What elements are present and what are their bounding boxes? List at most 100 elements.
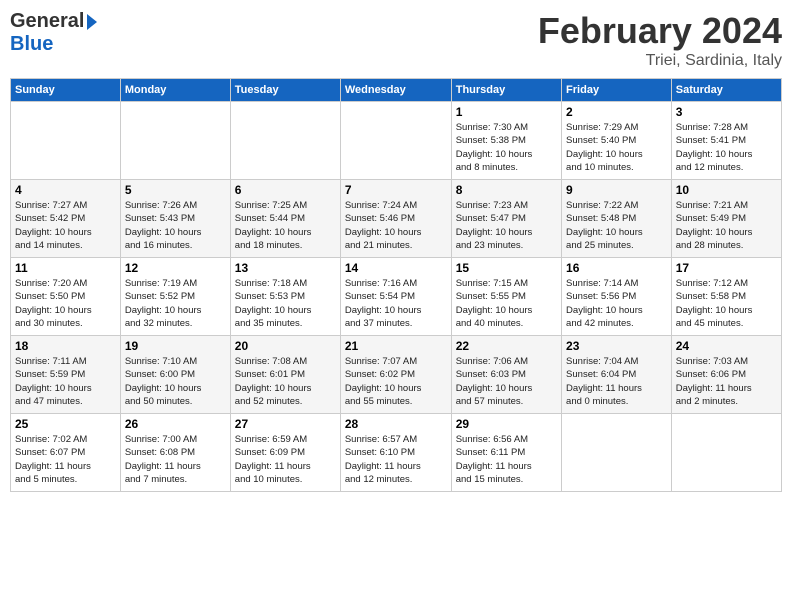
location-title: Triei, Sardinia, Italy [538,52,782,70]
day-of-week-header: Sunday [11,79,121,102]
day-number: 25 [15,417,116,431]
day-of-week-header: Friday [562,79,672,102]
day-info: Sunrise: 7:04 AM Sunset: 6:04 PM Dayligh… [566,355,667,408]
day-info: Sunrise: 6:57 AM Sunset: 6:10 PM Dayligh… [345,433,447,486]
day-info: Sunrise: 7:28 AM Sunset: 5:41 PM Dayligh… [676,121,777,174]
day-info: Sunrise: 7:29 AM Sunset: 5:40 PM Dayligh… [566,121,667,174]
day-info: Sunrise: 7:06 AM Sunset: 6:03 PM Dayligh… [456,355,557,408]
calendar-cell: 22Sunrise: 7:06 AM Sunset: 6:03 PM Dayli… [451,336,561,414]
logo-blue: Blue [10,33,53,56]
calendar-cell [11,102,121,180]
day-number: 29 [456,417,557,431]
day-info: Sunrise: 7:03 AM Sunset: 6:06 PM Dayligh… [676,355,777,408]
calendar-week-row: 11Sunrise: 7:20 AM Sunset: 5:50 PM Dayli… [11,258,782,336]
logo: General Blue [10,10,97,56]
calendar-cell: 20 Sunrise: 7:08 AM Sunset: 6:01 PM Dayli… [230,336,340,414]
day-of-week-header: Wednesday [340,79,451,102]
calendar-cell: 27Sunrise: 6:59 AM Sunset: 6:09 PM Dayli… [230,414,340,492]
calendar-cell [120,102,230,180]
calendar-cell: 8Sunrise: 7:23 AM Sunset: 5:47 PM Daylig… [451,180,561,258]
calendar-cell [562,414,672,492]
calendar-cell: 16 Sunrise: 7:14 AM Sunset: 5:56 PM Dayli… [562,258,672,336]
calendar-cell: 5Sunrise: 7:26 AM Sunset: 5:43 PM Daylig… [120,180,230,258]
day-info: Sunrise: 7:16 AM Sunset: 5:54 PM Dayligh… [345,277,447,330]
day-number: 20 [235,339,336,353]
logo-general: General [10,10,84,33]
day-number: 14 [345,261,447,275]
header-row: SundayMondayTuesdayWednesdayThursdayFrid… [11,79,782,102]
day-number: 18 [15,339,116,353]
day-number: 6 [235,183,336,197]
calendar-week-row: 1Sunrise: 7:30 AM Sunset: 5:38 PM Daylig… [11,102,782,180]
calendar-cell: 1Sunrise: 7:30 AM Sunset: 5:38 PM Daylig… [451,102,561,180]
calendar-cell: 13 Sunrise: 7:18 AM Sunset: 5:53 PM Dayli… [230,258,340,336]
calendar-week-row: 18 Sunrise: 7:11 AM Sunset: 5:59 PM Dayli… [11,336,782,414]
calendar-header: SundayMondayTuesdayWednesdayThursdayFrid… [11,79,782,102]
calendar-cell: 12 Sunrise: 7:19 AM Sunset: 5:52 PM Dayli… [120,258,230,336]
day-info: Sunrise: 7:02 AM Sunset: 6:07 PM Dayligh… [15,433,116,486]
day-number: 23 [566,339,667,353]
calendar-cell: 23 Sunrise: 7:04 AM Sunset: 6:04 PM Dayli… [562,336,672,414]
calendar-cell: 19Sunrise: 7:10 AM Sunset: 6:00 PM Dayli… [120,336,230,414]
day-info: Sunrise: 6:59 AM Sunset: 6:09 PM Dayligh… [235,433,336,486]
day-info: Sunrise: 7:27 AM Sunset: 5:42 PM Dayligh… [15,199,116,252]
day-number: 24 [676,339,777,353]
day-number: 16 [566,261,667,275]
day-number: 10 [676,183,777,197]
calendar-cell: 17 Sunrise: 7:12 AM Sunset: 5:58 PM Dayli… [671,258,781,336]
day-info: Sunrise: 7:25 AM Sunset: 5:44 PM Dayligh… [235,199,336,252]
day-number: 17 [676,261,777,275]
day-of-week-header: Tuesday [230,79,340,102]
day-of-week-header: Thursday [451,79,561,102]
day-info: Sunrise: 7:18 AM Sunset: 5:53 PM Dayligh… [235,277,336,330]
calendar-cell: 9 Sunrise: 7:22 AM Sunset: 5:48 PM Daylig… [562,180,672,258]
day-of-week-header: Saturday [671,79,781,102]
calendar-cell: 2 Sunrise: 7:29 AM Sunset: 5:40 PM Daylig… [562,102,672,180]
day-info: Sunrise: 7:15 AM Sunset: 5:55 PM Dayligh… [456,277,557,330]
calendar-week-row: 25 Sunrise: 7:02 AM Sunset: 6:07 PM Dayli… [11,414,782,492]
day-number: 26 [125,417,226,431]
day-number: 19 [125,339,226,353]
day-info: Sunrise: 7:00 AM Sunset: 6:08 PM Dayligh… [125,433,226,486]
day-number: 21 [345,339,447,353]
calendar-cell: 14 Sunrise: 7:16 AM Sunset: 5:54 PM Dayli… [340,258,451,336]
calendar-cell: 3Sunrise: 7:28 AM Sunset: 5:41 PM Daylig… [671,102,781,180]
day-info: Sunrise: 7:08 AM Sunset: 6:01 PM Dayligh… [235,355,336,408]
calendar-week-row: 4 Sunrise: 7:27 AM Sunset: 5:42 PM Daylig… [11,180,782,258]
calendar-cell: 21 Sunrise: 7:07 AM Sunset: 6:02 PM Dayli… [340,336,451,414]
calendar-cell: 11Sunrise: 7:20 AM Sunset: 5:50 PM Dayli… [11,258,121,336]
day-info: Sunrise: 7:26 AM Sunset: 5:43 PM Dayligh… [125,199,226,252]
day-number: 28 [345,417,447,431]
day-number: 7 [345,183,447,197]
day-number: 9 [566,183,667,197]
day-info: Sunrise: 6:56 AM Sunset: 6:11 PM Dayligh… [456,433,557,486]
day-number: 2 [566,105,667,119]
logo-arrow-icon [87,14,97,30]
calendar-cell: 18 Sunrise: 7:11 AM Sunset: 5:59 PM Dayli… [11,336,121,414]
day-info: Sunrise: 7:11 AM Sunset: 5:59 PM Dayligh… [15,355,116,408]
calendar-cell [340,102,451,180]
calendar-cell: 28 Sunrise: 6:57 AM Sunset: 6:10 PM Dayli… [340,414,451,492]
calendar-cell: 10Sunrise: 7:21 AM Sunset: 5:49 PM Dayli… [671,180,781,258]
day-number: 4 [15,183,116,197]
calendar-cell: 6 Sunrise: 7:25 AM Sunset: 5:44 PM Daylig… [230,180,340,258]
day-number: 13 [235,261,336,275]
day-info: Sunrise: 7:19 AM Sunset: 5:52 PM Dayligh… [125,277,226,330]
day-info: Sunrise: 7:23 AM Sunset: 5:47 PM Dayligh… [456,199,557,252]
day-info: Sunrise: 7:12 AM Sunset: 5:58 PM Dayligh… [676,277,777,330]
day-info: Sunrise: 7:07 AM Sunset: 6:02 PM Dayligh… [345,355,447,408]
header: General Blue February 2024 Triei, Sardin… [10,10,782,70]
calendar-cell: 24 Sunrise: 7:03 AM Sunset: 6:06 PM Dayli… [671,336,781,414]
day-number: 12 [125,261,226,275]
calendar-cell: 15Sunrise: 7:15 AM Sunset: 5:55 PM Dayli… [451,258,561,336]
day-info: Sunrise: 7:30 AM Sunset: 5:38 PM Dayligh… [456,121,557,174]
title-section: February 2024 Triei, Sardinia, Italy [538,10,782,70]
day-info: Sunrise: 7:14 AM Sunset: 5:56 PM Dayligh… [566,277,667,330]
calendar-cell: 25 Sunrise: 7:02 AM Sunset: 6:07 PM Dayli… [11,414,121,492]
calendar-body: 1Sunrise: 7:30 AM Sunset: 5:38 PM Daylig… [11,102,782,492]
calendar-cell: 7Sunrise: 7:24 AM Sunset: 5:46 PM Daylig… [340,180,451,258]
calendar-cell: 29 Sunrise: 6:56 AM Sunset: 6:11 PM Dayli… [451,414,561,492]
day-number: 11 [15,261,116,275]
day-info: Sunrise: 7:22 AM Sunset: 5:48 PM Dayligh… [566,199,667,252]
calendar-table: SundayMondayTuesdayWednesdayThursdayFrid… [10,78,782,492]
